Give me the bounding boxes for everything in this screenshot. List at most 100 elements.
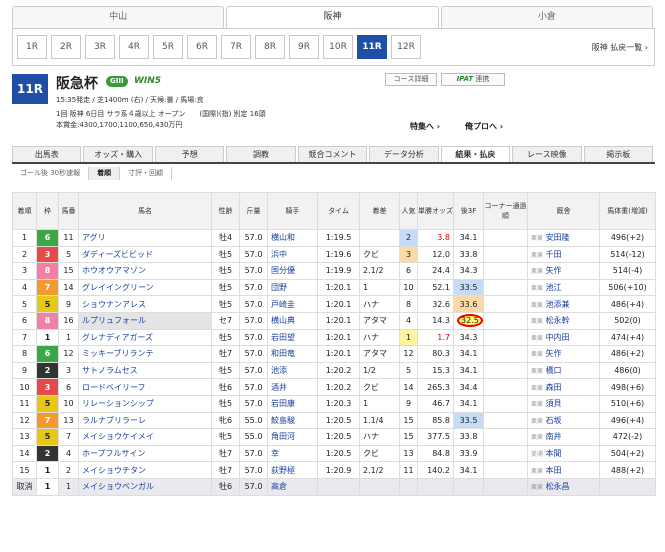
trainer-link[interactable]: 安田隆 [546,233,570,242]
jockey-link[interactable]: 団野 [267,278,318,297]
venue-tab[interactable]: 中山 [12,6,225,28]
tab-item[interactable]: オッズ・購入 [83,146,153,162]
race-button-8r[interactable]: 8R [255,35,285,59]
trainer-link[interactable]: 矢作 [546,266,562,275]
last-3f: 34.4 [453,378,484,396]
race-button-1r[interactable]: 1R [17,35,47,59]
course-detail-button[interactable]: コース詳細 [385,73,437,86]
race-button-11r[interactable]: 11R [357,35,387,59]
horse-name-link[interactable]: サトノラムセス [78,361,212,380]
tab-item[interactable]: 予想 [154,146,225,162]
race-button-3r[interactable]: 3R [85,35,115,59]
jockey-link[interactable]: 国分優 [267,262,318,280]
jockey-link[interactable]: 酒井 [267,378,318,396]
margin: アタマ [359,311,400,330]
race-button-9r[interactable]: 9R [289,35,319,59]
trainer-cell: 栗東 本田 [527,461,600,479]
trainer-cell: 美浦 本間 [527,444,600,463]
oreprop-link[interactable]: 俺プロへ › [465,121,503,132]
last-3f-value: 34.3 [459,332,478,342]
race-button-2r[interactable]: 2R [51,35,81,59]
sex-age: 牡5 [211,278,240,297]
column-header: コーナー通過順 [483,192,528,230]
race-payout-list-link[interactable]: 阪神 払戻一覧 › [592,42,648,53]
race-button-4r[interactable]: 4R [119,35,149,59]
horse-name-link[interactable]: ホウオウアマゾン [78,262,212,280]
trainer-link[interactable]: 千田 [546,250,562,259]
trainer-link[interactable]: 本田 [546,466,562,475]
trainer-link[interactable]: 橋口 [546,366,562,375]
horse-name-link[interactable]: リレーションシップ [78,394,212,413]
race-button-6r[interactable]: 6R [187,35,217,59]
jockey-link[interactable]: 浜中 [267,245,318,264]
horse-name-link[interactable]: ロードベイリーフ [78,378,212,396]
jockey-link[interactable]: 高倉 [267,477,318,496]
horse-name-link[interactable]: メイショウチタン [78,461,212,479]
weight-carried: 57.0 [239,378,268,396]
horse-name-link[interactable]: アグリ [78,229,212,247]
race-button-5r[interactable]: 5R [153,35,183,59]
jockey-link[interactable]: 角田河 [267,428,318,446]
horse-name-link[interactable]: ダディーズビビッド [78,245,212,264]
venue-tab[interactable]: 阪神 [226,6,439,29]
ipat-button[interactable]: IPAT 連携 [441,73,505,86]
jockey-link[interactable]: 岩田康 [267,394,318,413]
horse-name-link[interactable]: ミッキーブリランテ [78,345,212,363]
waku-number: 8 [36,311,59,330]
race-button-10r[interactable]: 10R [323,35,353,59]
horse-name-link[interactable]: ホープフルサイン [78,444,212,463]
trainer-link[interactable]: 池江 [546,283,562,292]
jockey-link[interactable]: 戸崎圭 [267,295,318,313]
trainer-link[interactable]: 須貝 [546,399,562,408]
jockey-link[interactable]: 荻野極 [267,461,318,479]
tab-item[interactable]: データ分析 [369,146,439,162]
subtab-item[interactable]: 着順 [89,167,121,180]
trainer-link[interactable]: 松永昌 [546,482,570,491]
tab-item[interactable]: 調教 [226,146,296,162]
trainer-link[interactable]: 中内田 [546,333,570,342]
waku-number: 6 [36,229,59,247]
horse-name-link[interactable]: グレイイングリーン [78,278,212,297]
jockey-link[interactable]: 岩田望 [267,328,318,347]
corner-order [483,461,528,479]
jockey-link[interactable]: 和田竜 [267,345,318,363]
finish-time: 1:20.1 [317,295,360,313]
horse-name-link[interactable]: ラルナブリラーレ [78,411,212,430]
race-button-7r[interactable]: 7R [221,35,251,59]
column-header: 人気 [399,192,418,230]
margin: ハナ [359,428,400,446]
last-3f-value: 32.5 [457,314,483,328]
trainer-link[interactable]: 森田 [546,383,562,392]
trainer-link[interactable]: 本間 [546,449,562,458]
jockey-link[interactable]: 池添 [267,361,318,380]
horse-name-link[interactable]: ショウナンアレス [78,295,212,313]
tab-item[interactable]: 掲示板 [583,146,653,162]
trainer-link[interactable]: 松永幹 [546,316,570,325]
tab-item[interactable]: レース映像 [512,146,582,162]
trainer-link[interactable]: 池添兼 [546,300,570,309]
trainer-link[interactable]: 南井 [546,432,562,441]
horse-name-link[interactable]: メイショウケイメイ [78,428,212,446]
trainer-cell: 栗東 森田 [527,378,600,396]
trainer-link[interactable]: 石坂 [546,416,562,425]
jockey-link[interactable]: 横山典 [267,311,318,330]
horse-name-link[interactable]: ルプリュフォール [78,311,212,330]
jockey-link[interactable]: 幸 [267,444,318,463]
feature-link[interactable]: 特集へ › [410,121,440,132]
tab-item[interactable]: 競合コメント [297,146,368,162]
trainer-link[interactable]: 矢作 [546,349,562,358]
tab-item[interactable]: 結果・払戻 [440,146,511,162]
horse-number: 1 [58,477,79,496]
tab-item[interactable]: 出馬表 [12,146,82,162]
horse-name-link[interactable]: グレナディアガーズ [78,328,212,347]
jockey-link[interactable]: 鮫島駿 [267,411,318,430]
subtab-item[interactable]: ゴール後 30秒速報 [12,167,90,180]
last-3f-value: 34.1 [459,366,478,376]
stable-region: 栗東 [531,484,544,492]
horse-name-link[interactable]: メイショウベンガル [78,477,212,496]
race-button-12r[interactable]: 12R [391,35,421,59]
finish-time: 1:20.2 [317,361,360,380]
venue-tab[interactable]: 小倉 [440,6,653,28]
subtab-item[interactable]: 寸評・回顧 [120,167,173,180]
jockey-link[interactable]: 横山和 [267,229,318,247]
